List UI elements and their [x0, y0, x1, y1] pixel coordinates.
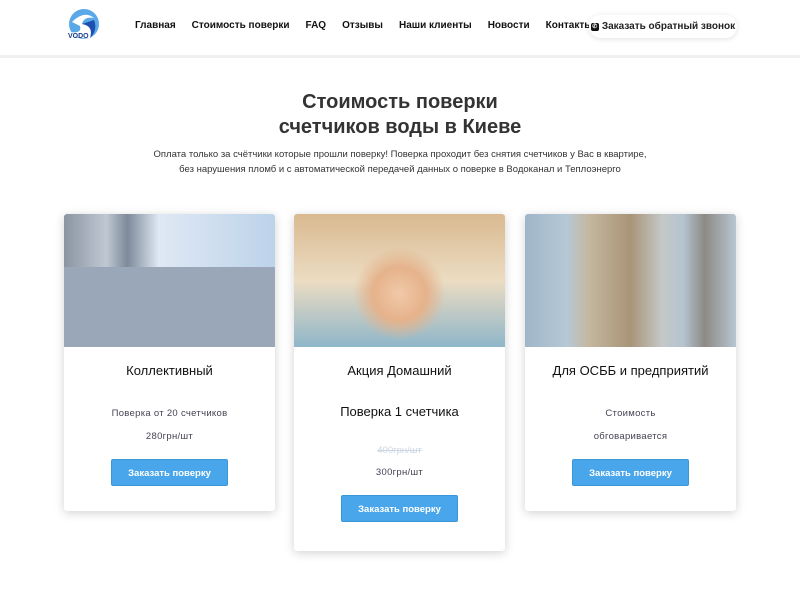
card-text: Поверка от 20 счетчиков — [111, 408, 228, 419]
page-title: Стоимость поверки счетчиков воды в Киеве — [0, 90, 800, 140]
towers-image — [525, 214, 736, 347]
nav-home[interactable]: Главная — [135, 20, 176, 31]
order-button[interactable]: Заказать поверку — [341, 495, 458, 522]
family-image — [294, 214, 505, 347]
callback-label: Заказать обратный звонок — [601, 21, 736, 32]
card-title: Акция Домашний — [347, 363, 452, 378]
nav-contacts[interactable]: Контакты — [546, 20, 593, 31]
card-osbb: Для ОСББ и предприятий Стоимость обговар… — [525, 214, 736, 511]
lead-line-2: без нарушения пломб и с автоматической п… — [179, 164, 621, 175]
lead-text: Оплата только за счётчики которые прошли… — [0, 147, 800, 177]
card-text: Стоимость — [605, 408, 656, 419]
nav-news[interactable]: Новости — [488, 20, 530, 31]
card-price: 280грн/шт — [145, 431, 194, 442]
nav-reviews[interactable]: Отзывы — [342, 20, 383, 31]
header: VODO Главная Стоимость поверки FAQ Отзыв… — [0, 0, 800, 58]
order-button[interactable]: Заказать поверку — [111, 459, 228, 486]
nav-pricing[interactable]: Стоимость поверки — [192, 20, 290, 31]
card-price: обговаривается — [593, 431, 668, 442]
building-image — [64, 214, 275, 347]
phone-icon: ✆ — [590, 22, 599, 31]
card-title: Коллективный — [126, 363, 213, 378]
card-price: 300грн/шт — [375, 467, 424, 478]
lead-line-1: Оплата только за счётчики которые прошли… — [153, 149, 647, 160]
order-button[interactable]: Заказать поверку — [572, 459, 689, 486]
card-title: Для ОСББ и предприятий — [552, 363, 709, 378]
card-home: Акция Домашний Поверка 1 счетчика 400грн… — [294, 214, 505, 551]
old-price: 400грн/шт — [377, 445, 422, 456]
logo-text: VODO — [68, 33, 89, 40]
title-line-1: Стоимость поверки — [302, 91, 498, 113]
callback-button[interactable]: ✆ Заказать обратный звонок — [589, 15, 737, 38]
nav-clients[interactable]: Наши клиенты — [399, 20, 472, 31]
card-collective: Коллективный Поверка от 20 счетчиков 280… — [64, 214, 275, 511]
main-nav: Главная Стоимость поверки FAQ Отзывы Наш… — [135, 20, 593, 31]
nav-faq[interactable]: FAQ — [306, 20, 327, 31]
card-subtitle: Поверка 1 счетчика — [340, 404, 459, 419]
title-line-2: счетчиков воды в Киеве — [278, 116, 522, 138]
